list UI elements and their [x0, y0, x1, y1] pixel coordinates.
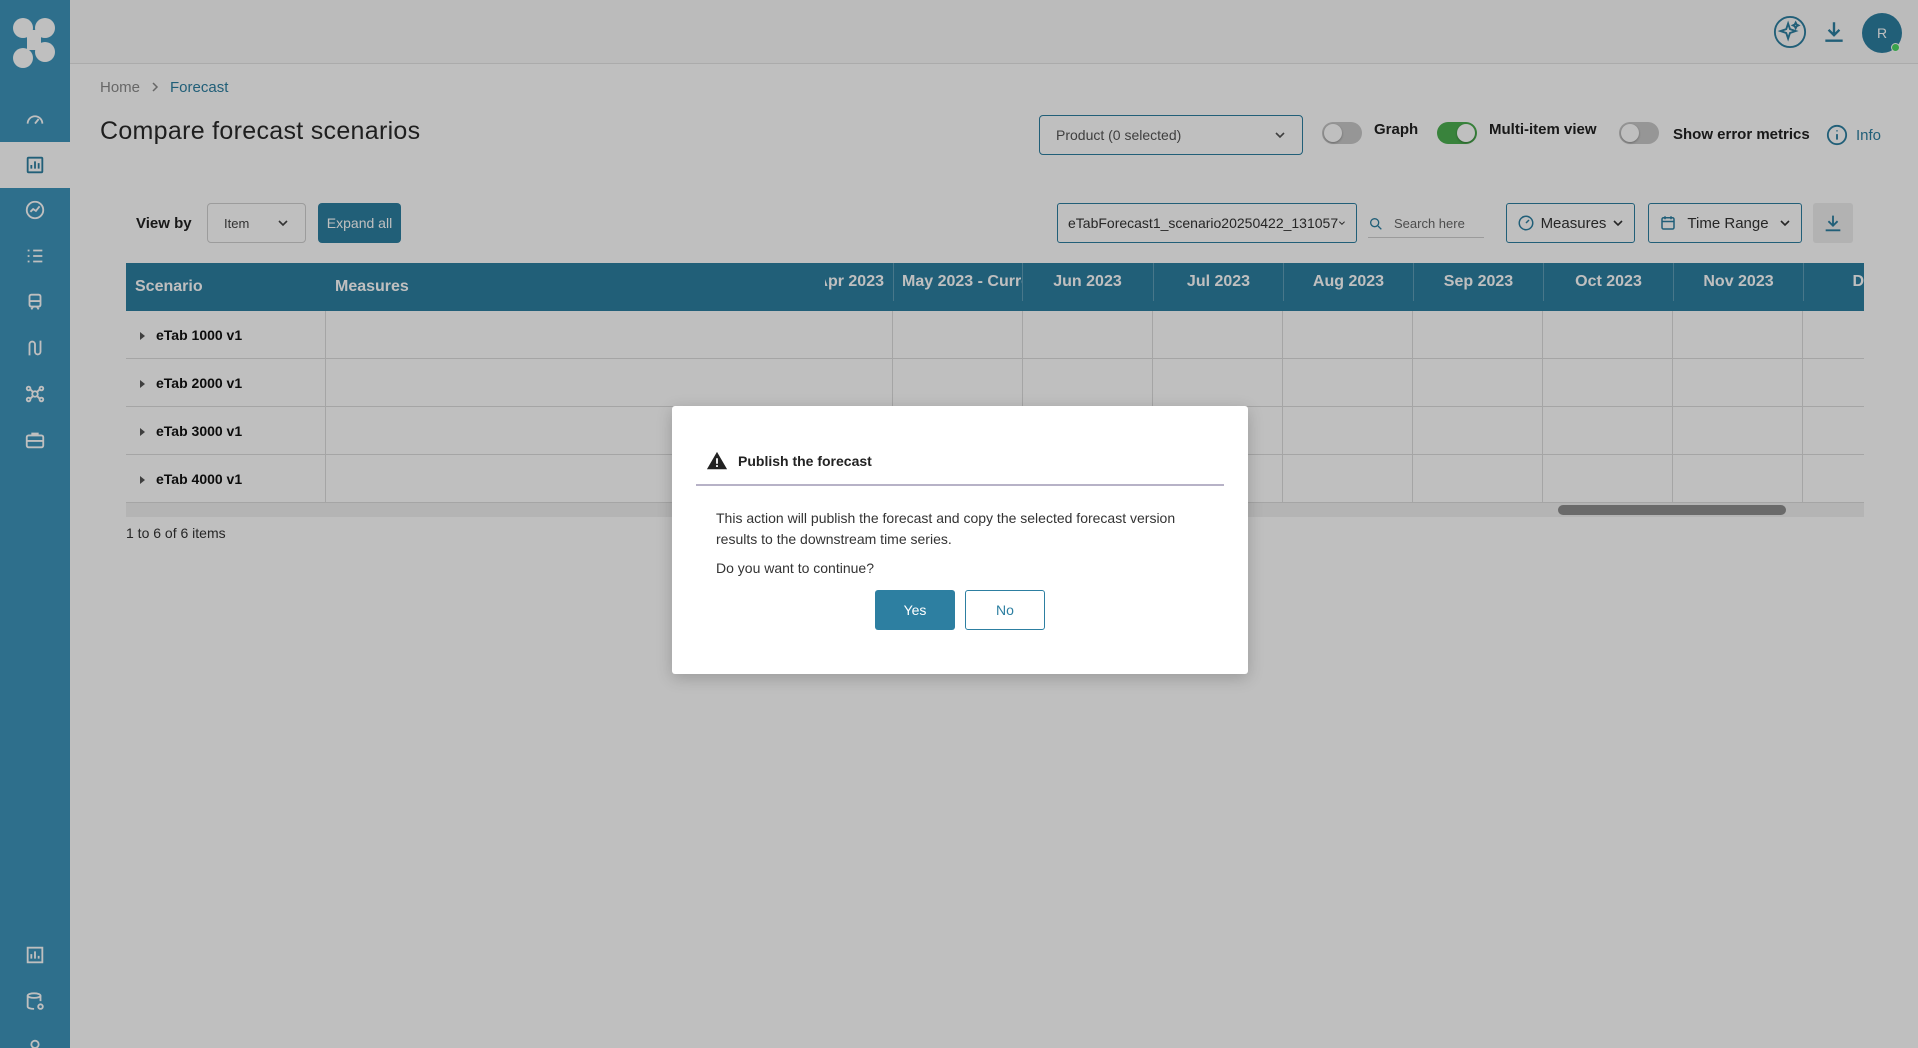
yes-button[interactable]: Yes: [875, 590, 955, 630]
dialog-title: Publish the forecast: [738, 453, 872, 469]
dialog-header: Publish the forecast: [696, 438, 1224, 486]
publish-dialog: Publish the forecast This action will pu…: [672, 406, 1248, 674]
dialog-message: This action will publish the forecast an…: [716, 510, 1176, 547]
warning-icon: [706, 451, 728, 470]
dialog-question: Do you want to continue?: [716, 560, 874, 576]
no-button[interactable]: No: [965, 590, 1045, 630]
